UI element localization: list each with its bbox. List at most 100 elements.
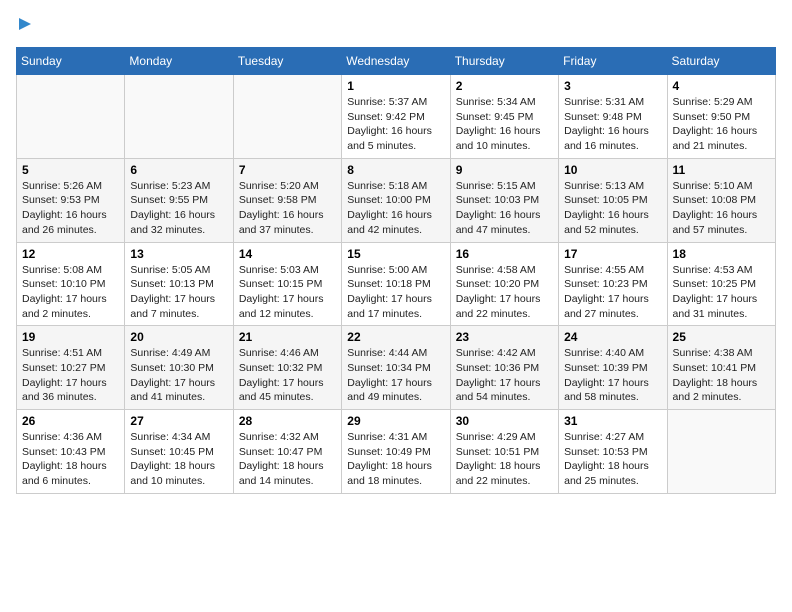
- day-info: Daylight: 17 hours: [456, 376, 553, 391]
- logo: [16, 16, 33, 37]
- day-number: 9: [456, 163, 553, 177]
- calendar-cell: [17, 75, 125, 159]
- day-info: and 10 minutes.: [130, 474, 227, 489]
- day-info: Sunset: 10:43 PM: [22, 445, 119, 460]
- day-number: 8: [347, 163, 444, 177]
- day-info: Daylight: 17 hours: [673, 292, 770, 307]
- calendar-table: SundayMondayTuesdayWednesdayThursdayFrid…: [16, 47, 776, 494]
- day-info: and 49 minutes.: [347, 390, 444, 405]
- day-info: and 22 minutes.: [456, 307, 553, 322]
- calendar-cell: 23Sunrise: 4:42 AMSunset: 10:36 PMDaylig…: [450, 326, 558, 410]
- day-info: Sunset: 10:51 PM: [456, 445, 553, 460]
- day-info: Sunset: 10:20 PM: [456, 277, 553, 292]
- calendar-cell: 17Sunrise: 4:55 AMSunset: 10:23 PMDaylig…: [559, 242, 667, 326]
- day-info: Sunset: 10:30 PM: [130, 361, 227, 376]
- calendar-cell: 28Sunrise: 4:32 AMSunset: 10:47 PMDaylig…: [233, 410, 341, 494]
- day-info: Daylight: 17 hours: [130, 376, 227, 391]
- day-info: Daylight: 16 hours: [673, 124, 770, 139]
- day-info: and 31 minutes.: [673, 307, 770, 322]
- day-number: 22: [347, 330, 444, 344]
- day-info: Sunset: 10:15 PM: [239, 277, 336, 292]
- day-info: and 32 minutes.: [130, 223, 227, 238]
- day-of-week-header: Wednesday: [342, 48, 450, 75]
- day-info: Daylight: 18 hours: [22, 459, 119, 474]
- day-info: Daylight: 18 hours: [673, 376, 770, 391]
- day-info: and 12 minutes.: [239, 307, 336, 322]
- day-number: 24: [564, 330, 661, 344]
- day-of-week-header: Friday: [559, 48, 667, 75]
- calendar-week-row: 26Sunrise: 4:36 AMSunset: 10:43 PMDaylig…: [17, 410, 776, 494]
- day-info: and 41 minutes.: [130, 390, 227, 405]
- day-number: 18: [673, 247, 770, 261]
- day-number: 11: [673, 163, 770, 177]
- day-info: Sunset: 10:41 PM: [673, 361, 770, 376]
- day-info: Sunset: 10:23 PM: [564, 277, 661, 292]
- day-info: Sunrise: 5:05 AM: [130, 263, 227, 278]
- day-number: 19: [22, 330, 119, 344]
- calendar-week-row: 1Sunrise: 5:37 AMSunset: 9:42 PMDaylight…: [17, 75, 776, 159]
- day-info: Daylight: 16 hours: [564, 124, 661, 139]
- calendar-week-row: 19 Sunrise: 4:51 AMSunset: 10:27 PM Daylig…: [17, 326, 776, 410]
- day-info: and 21 minutes.: [673, 139, 770, 154]
- day-info: Sunset: 10:27 PM: [22, 361, 119, 376]
- day-info: Sunrise: 5:29 AM: [673, 95, 770, 110]
- day-info: Sunset: 9:50 PM: [673, 110, 770, 125]
- day-info: Daylight: 17 hours: [564, 292, 661, 307]
- day-info: Sunrise: 5:31 AM: [564, 95, 661, 110]
- day-number: 5: [22, 163, 119, 177]
- day-info: and 17 minutes.: [347, 307, 444, 322]
- day-info: Sunset: 10:49 PM: [347, 445, 444, 460]
- day-info: Daylight: 16 hours: [456, 208, 553, 223]
- day-info: Sunrise: 4:49 AM: [130, 346, 227, 361]
- day-info: Daylight: 16 hours: [456, 124, 553, 139]
- calendar-cell: 1Sunrise: 5:37 AMSunset: 9:42 PMDaylight…: [342, 75, 450, 159]
- calendar-cell: 19Sunrise: 4:51 AMSunset: 10:27 PMDaylig…: [17, 326, 125, 410]
- day-info: Daylight: 17 hours: [239, 292, 336, 307]
- day-info: and 6 minutes.: [22, 474, 119, 489]
- day-number: 27: [130, 414, 227, 428]
- day-info: and 36 minutes.: [22, 390, 119, 405]
- day-info: Daylight: 16 hours: [130, 208, 227, 223]
- day-info: Daylight: 17 hours: [239, 376, 336, 391]
- day-info: Sunset: 10:10 PM: [22, 277, 119, 292]
- day-info: and 54 minutes.: [456, 390, 553, 405]
- calendar-cell: 14Sunrise: 5:03 AMSunset: 10:15 PMDaylig…: [233, 242, 341, 326]
- day-info: Sunset: 10:18 PM: [347, 277, 444, 292]
- day-number: 6: [130, 163, 227, 177]
- day-info: and 14 minutes.: [239, 474, 336, 489]
- day-info: and 10 minutes.: [456, 139, 553, 154]
- calendar-cell: 27Sunrise: 4:34 AMSunset: 10:45 PMDaylig…: [125, 410, 233, 494]
- calendar-week-row: 5Sunrise: 5:26 AMSunset: 9:53 PMDaylight…: [17, 158, 776, 242]
- day-info: Sunset: 9:58 PM: [239, 193, 336, 208]
- logo-flag-icon: [17, 16, 33, 32]
- calendar-header-row: SundayMondayTuesdayWednesdayThursdayFrid…: [17, 48, 776, 75]
- day-info: Daylight: 17 hours: [456, 292, 553, 307]
- day-number: 25: [673, 330, 770, 344]
- day-info: Sunrise: 4:51 AM: [22, 346, 119, 361]
- calendar-cell: [667, 410, 775, 494]
- day-number: 3: [564, 79, 661, 93]
- day-number: 14: [239, 247, 336, 261]
- day-number: 4: [673, 79, 770, 93]
- day-info: Sunset: 10:00 PM: [347, 193, 444, 208]
- day-info: Sunset: 10:03 PM: [456, 193, 553, 208]
- calendar-cell: 15Sunrise: 5:00 AMSunset: 10:18 PMDaylig…: [342, 242, 450, 326]
- day-info: Sunrise: 5:37 AM: [347, 95, 444, 110]
- day-info: Sunrise: 5:15 AM: [456, 179, 553, 194]
- day-number: 15: [347, 247, 444, 261]
- day-info: and 37 minutes.: [239, 223, 336, 238]
- calendar-cell: 20Sunrise: 4:49 AMSunset: 10:30 PMDaylig…: [125, 326, 233, 410]
- calendar-cell: 11Sunrise: 5:10 AMSunset: 10:08 PMDaylig…: [667, 158, 775, 242]
- day-info: Daylight: 16 hours: [347, 124, 444, 139]
- day-info: Sunrise: 5:20 AM: [239, 179, 336, 194]
- day-of-week-header: Thursday: [450, 48, 558, 75]
- day-number: 31: [564, 414, 661, 428]
- day-info: Sunrise: 5:23 AM: [130, 179, 227, 194]
- day-info: Sunrise: 4:36 AM: [22, 430, 119, 445]
- day-info: Daylight: 18 hours: [239, 459, 336, 474]
- day-info: Sunrise: 4:44 AM: [347, 346, 444, 361]
- day-info: Sunset: 9:45 PM: [456, 110, 553, 125]
- calendar-cell: 13Sunrise: 5:05 AMSunset: 10:13 PMDaylig…: [125, 242, 233, 326]
- day-number: 28: [239, 414, 336, 428]
- day-info: and 57 minutes.: [673, 223, 770, 238]
